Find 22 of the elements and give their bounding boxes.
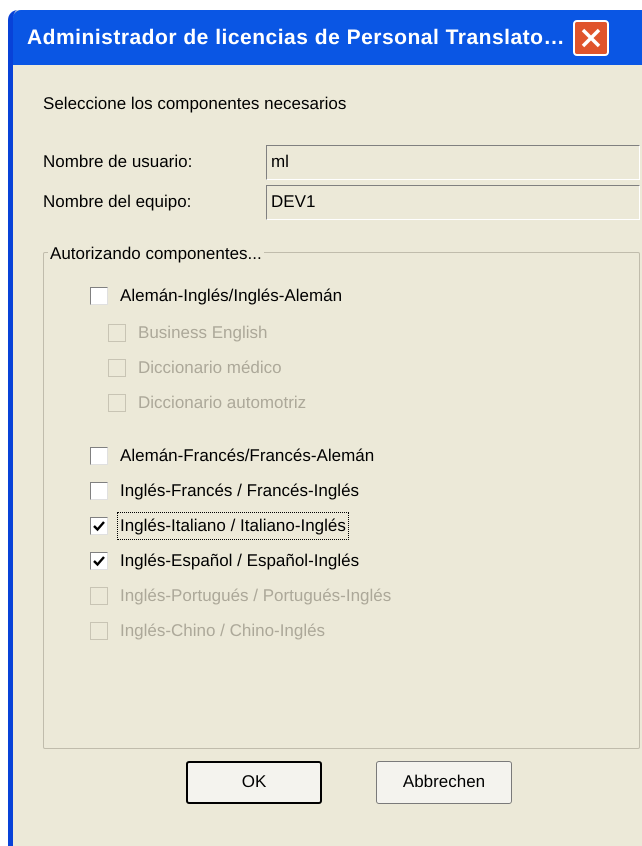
input-field[interactable]: ml xyxy=(266,144,640,180)
close-icon xyxy=(580,26,602,48)
field-label: Nombre de usuario: xyxy=(43,151,194,174)
intro-text: Seleccione los componentes necesarios xyxy=(43,93,348,115)
checkbox-label[interactable]: Alemán-Inglés/Inglés-Alemán xyxy=(118,283,344,309)
check-icon xyxy=(93,520,105,532)
dialog-button[interactable]: OK xyxy=(186,760,322,804)
close-button[interactable] xyxy=(573,20,609,56)
window-title: Administrador de licencias de Personal Translato… xyxy=(27,24,565,51)
checkbox[interactable] xyxy=(90,552,108,570)
checkbox[interactable] xyxy=(90,287,108,305)
checkbox-label[interactable]: Inglés-Francés / Francés-Inglés xyxy=(118,478,362,504)
input-field[interactable]: DEV1 xyxy=(266,184,640,220)
checkbox-label[interactable]: Inglés-Español / Español-Inglés xyxy=(118,548,362,574)
checkbox-label[interactable]: Inglés-Italiano / Italiano-Inglés xyxy=(118,513,348,539)
checkbox[interactable] xyxy=(90,482,108,500)
checkbox[interactable] xyxy=(90,447,108,465)
checkbox[interactable] xyxy=(90,517,108,535)
field-label: Nombre del equipo: xyxy=(43,191,192,214)
check-icon xyxy=(93,555,105,567)
checkbox-label[interactable]: Alemán-Francés/Francés-Alemán xyxy=(118,443,376,469)
dialog-button[interactable]: Abbrechen xyxy=(376,760,512,804)
